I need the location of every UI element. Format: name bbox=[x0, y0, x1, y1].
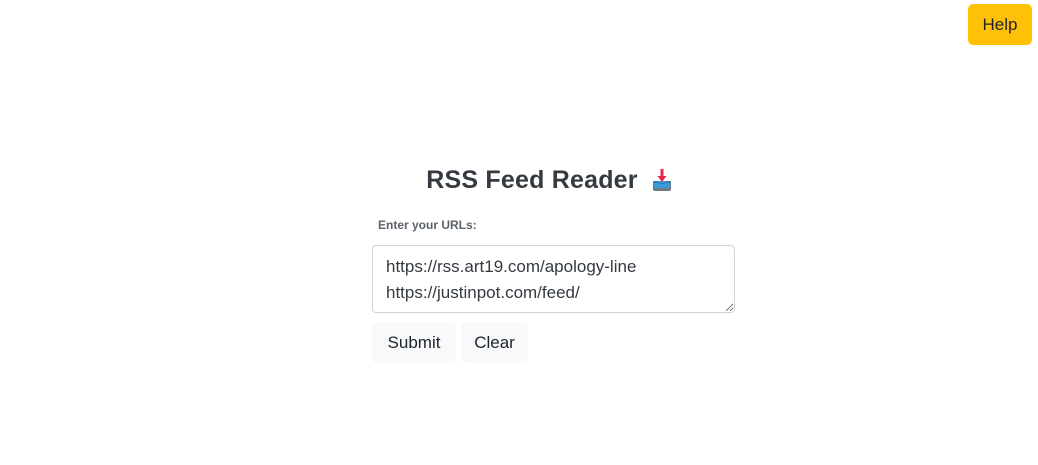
page-header: RSS Feed Reader bbox=[0, 160, 1038, 200]
clear-button[interactable]: Clear bbox=[461, 322, 528, 363]
inbox-download-icon bbox=[650, 168, 674, 192]
url-input[interactable]: https://rss.art19.com/apology-line https… bbox=[372, 245, 735, 313]
submit-button[interactable]: Submit bbox=[372, 322, 456, 363]
page-title: RSS Feed Reader bbox=[426, 165, 638, 194]
help-button[interactable]: Help bbox=[968, 4, 1032, 45]
url-label: Enter your URLs: bbox=[378, 218, 477, 232]
